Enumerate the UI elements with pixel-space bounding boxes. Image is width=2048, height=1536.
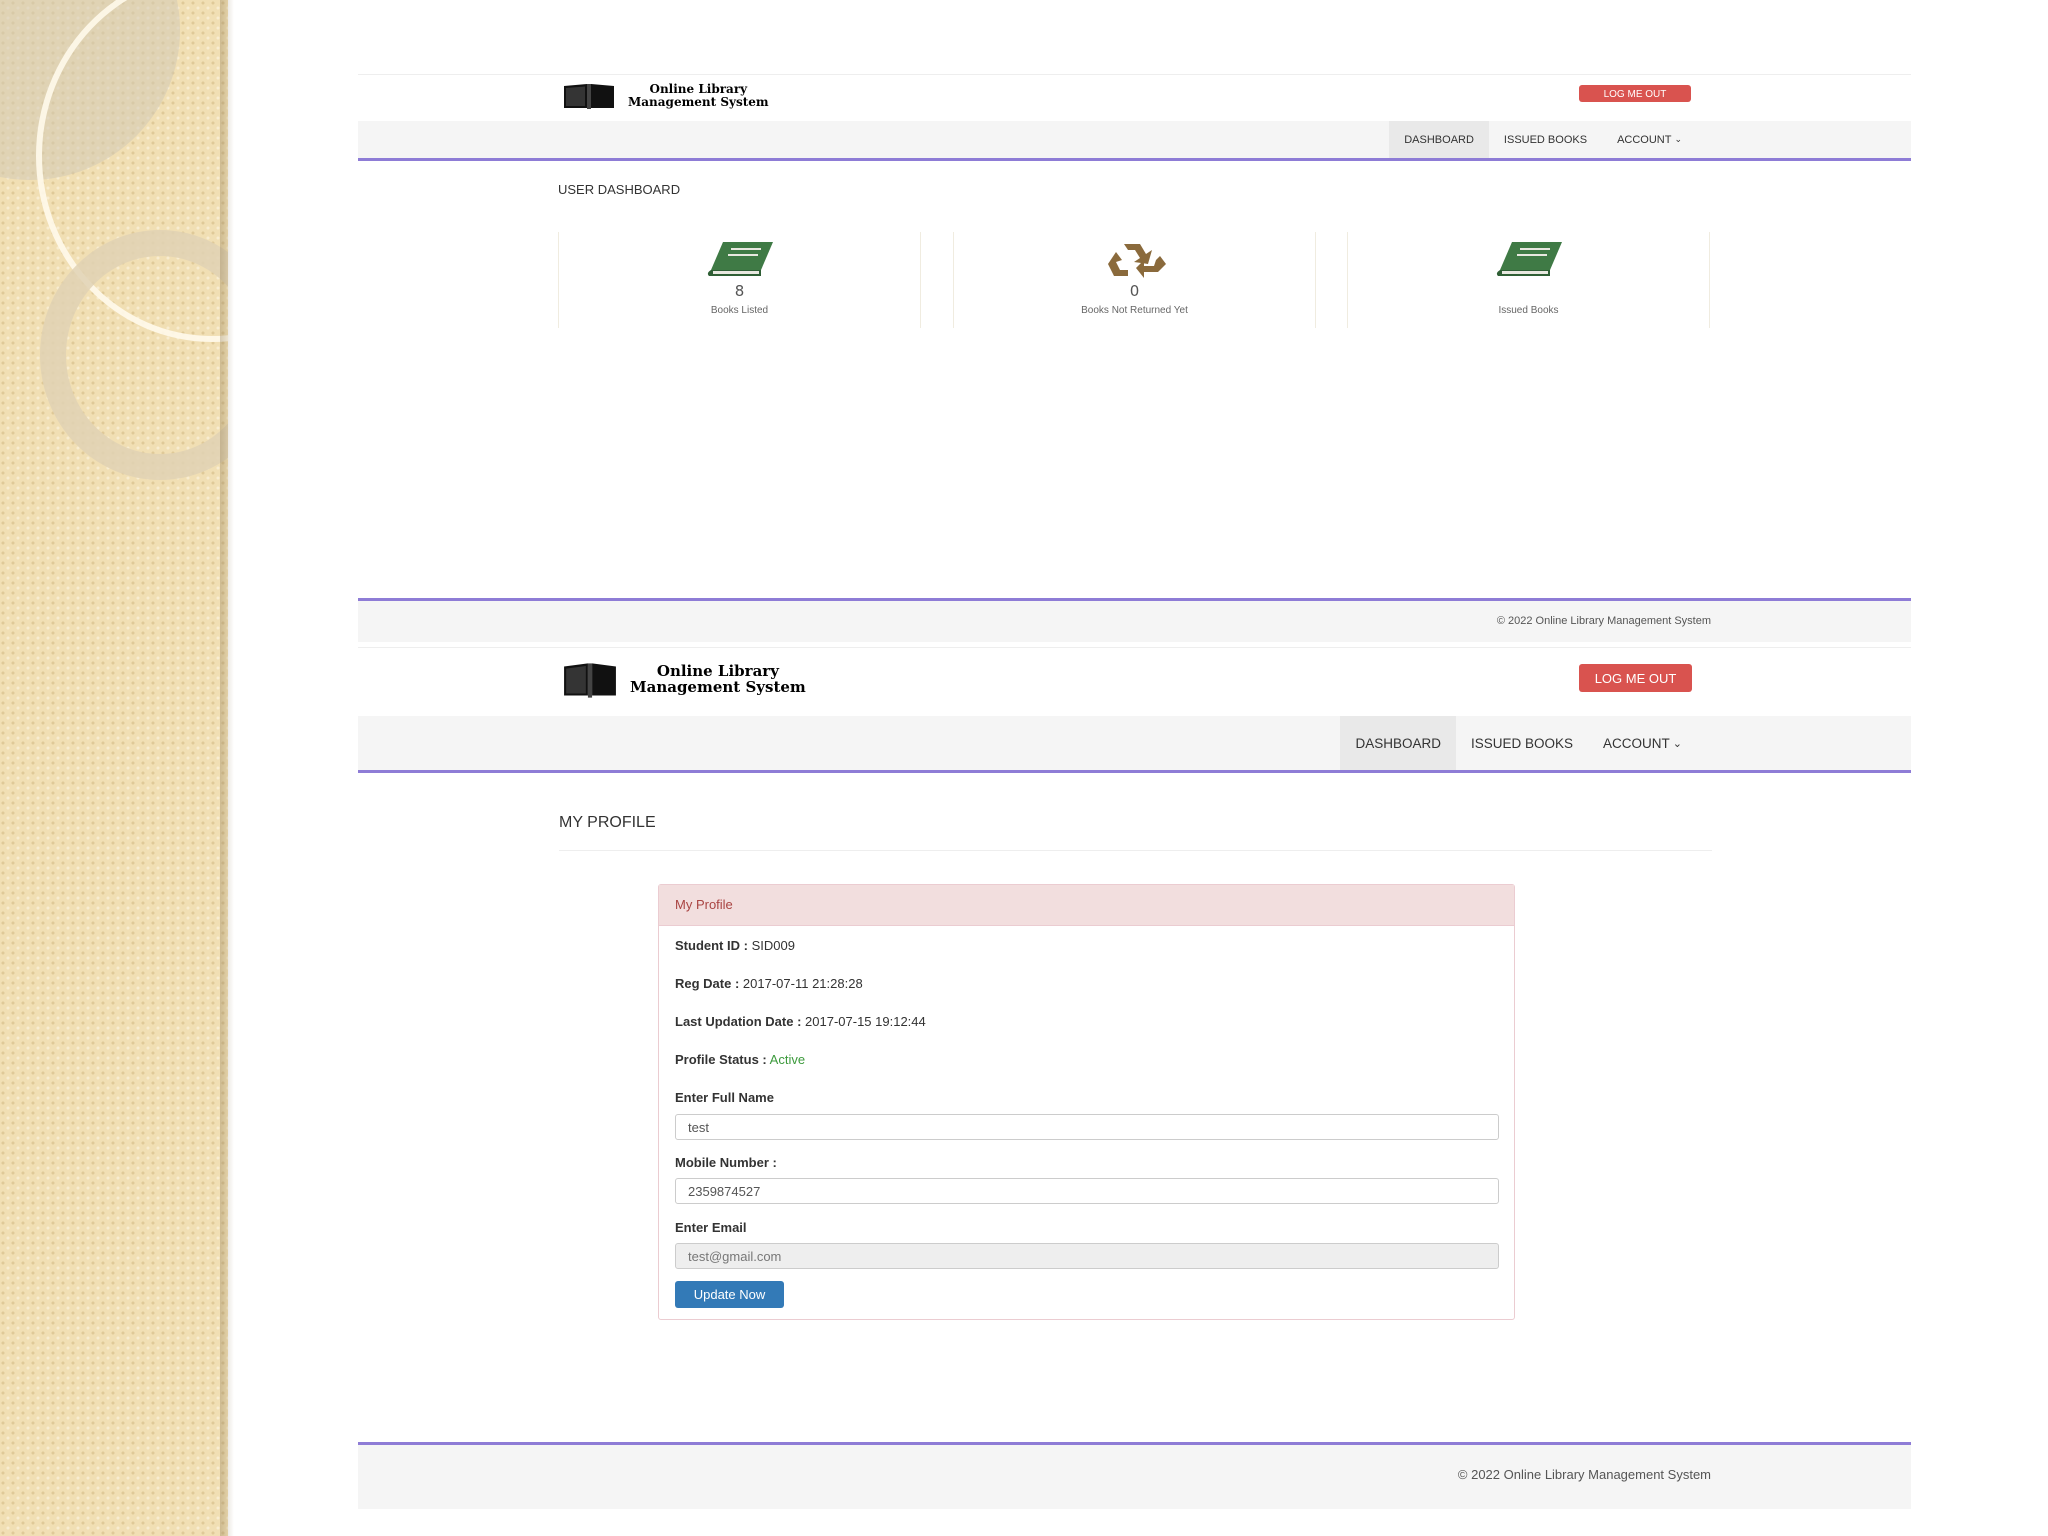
site-logo[interactable]: Online Library Management System xyxy=(562,82,769,110)
site-header: Online Library Management System LOG ME … xyxy=(358,647,1911,717)
profile-status-row: Profile Status : Active xyxy=(675,1052,805,1067)
status-badge: Active xyxy=(769,1052,806,1067)
stat-count: 8 xyxy=(734,282,745,300)
footer-copyright: © 2022 Online Library Management System xyxy=(1457,1467,1711,1482)
reg-date-label: Reg Date : xyxy=(675,976,740,991)
stat-card-issued-books[interactable]: Issued Books xyxy=(1347,232,1710,328)
recycle-icon xyxy=(1107,244,1166,278)
open-book-icon xyxy=(564,84,614,109)
student-id-row: Student ID : SID009 xyxy=(675,938,795,953)
chevron-down-icon: ⌄ xyxy=(1672,737,1682,750)
reg-date-value: 2017-07-11 21:28:28 xyxy=(742,976,863,991)
full-name-label: Enter Full Name xyxy=(675,1090,774,1105)
profile-panel: My Profile Student ID : SID009 Reg Date … xyxy=(658,884,1515,1320)
update-now-button[interactable]: Update Now xyxy=(675,1281,784,1308)
site-footer: © 2022 Online Library Management System xyxy=(358,1445,1911,1509)
mobile-number-field[interactable] xyxy=(675,1178,1499,1204)
app-title-line2: Management System xyxy=(628,95,769,109)
open-book-icon xyxy=(564,663,616,698)
student-id-label: Student ID : xyxy=(675,938,748,953)
chevron-down-icon: ⌄ xyxy=(1674,134,1682,144)
last-update-label: Last Updation Date : xyxy=(675,1014,802,1029)
main-nav: DASHBOARD ISSUED BOOKS ACCOUNT ⌄ xyxy=(358,121,1911,161)
last-update-value: 2017-07-15 19:12:44 xyxy=(805,1014,926,1029)
book-icon xyxy=(707,242,773,276)
page-title: USER DASHBOARD xyxy=(558,182,681,197)
main-nav: DASHBOARD ISSUED BOOKS ACCOUNT ⌄ xyxy=(358,716,1911,773)
stat-label: Books Not Returned Yet xyxy=(1081,305,1188,316)
profile-screenshot: Online Library Management System LOG ME … xyxy=(358,647,1911,1509)
nav-account-label: ACCOUNT xyxy=(1617,133,1672,146)
logout-button[interactable]: LOG ME OUT xyxy=(1579,85,1691,102)
profile-status-label: Profile Status : xyxy=(675,1052,767,1067)
app-title-line2: Management System xyxy=(630,678,806,696)
email-field[interactable] xyxy=(675,1243,1499,1269)
stat-card-books-not-returned[interactable]: 0 Books Not Returned Yet xyxy=(953,232,1316,328)
logout-button[interactable]: LOG ME OUT xyxy=(1579,664,1692,692)
stat-label: Issued Books xyxy=(1498,305,1559,316)
app-title: Online Library Management System xyxy=(630,663,806,696)
decorative-ring xyxy=(40,230,228,480)
stat-card-books-listed[interactable]: 8 Books Listed xyxy=(558,232,921,328)
nav-dashboard[interactable]: DASHBOARD xyxy=(1340,716,1456,770)
panel-shadow xyxy=(220,0,234,1536)
email-label: Enter Email xyxy=(675,1220,747,1235)
site-header: Online Library Management System LOG ME … xyxy=(358,74,1911,122)
mobile-label: Mobile Number : xyxy=(675,1155,777,1170)
nav-account[interactable]: ACCOUNT ⌄ xyxy=(1602,121,1697,158)
site-logo[interactable]: Online Library Management System xyxy=(562,660,806,700)
dashboard-screenshot: Online Library Management System LOG ME … xyxy=(358,74,1911,642)
title-divider xyxy=(559,850,1712,851)
book-icon xyxy=(1496,242,1562,276)
nav-dashboard[interactable]: DASHBOARD xyxy=(1389,121,1489,158)
student-id-value: SID009 xyxy=(751,938,795,953)
nav-issued-books[interactable]: ISSUED BOOKS xyxy=(1489,121,1602,158)
nav-issued-books[interactable]: ISSUED BOOKS xyxy=(1456,716,1588,770)
page-title: MY PROFILE xyxy=(559,814,656,831)
nav-account-label: ACCOUNT xyxy=(1603,735,1670,751)
decorative-side-panel xyxy=(0,0,228,1536)
stat-label: Books Listed xyxy=(710,305,769,316)
site-footer: © 2022 Online Library Management System xyxy=(358,601,1911,642)
last-update-row: Last Updation Date : 2017-07-15 19:12:44 xyxy=(675,1014,926,1029)
stat-count: 0 xyxy=(1129,282,1140,300)
footer-copyright: © 2022 Online Library Management System xyxy=(1496,615,1711,627)
nav-account[interactable]: ACCOUNT ⌄ xyxy=(1588,716,1697,770)
panel-heading: My Profile xyxy=(659,885,1514,926)
reg-date-row: Reg Date : 2017-07-11 21:28:28 xyxy=(675,976,863,991)
app-title: Online Library Management System xyxy=(628,83,769,108)
full-name-field[interactable] xyxy=(675,1114,1499,1140)
